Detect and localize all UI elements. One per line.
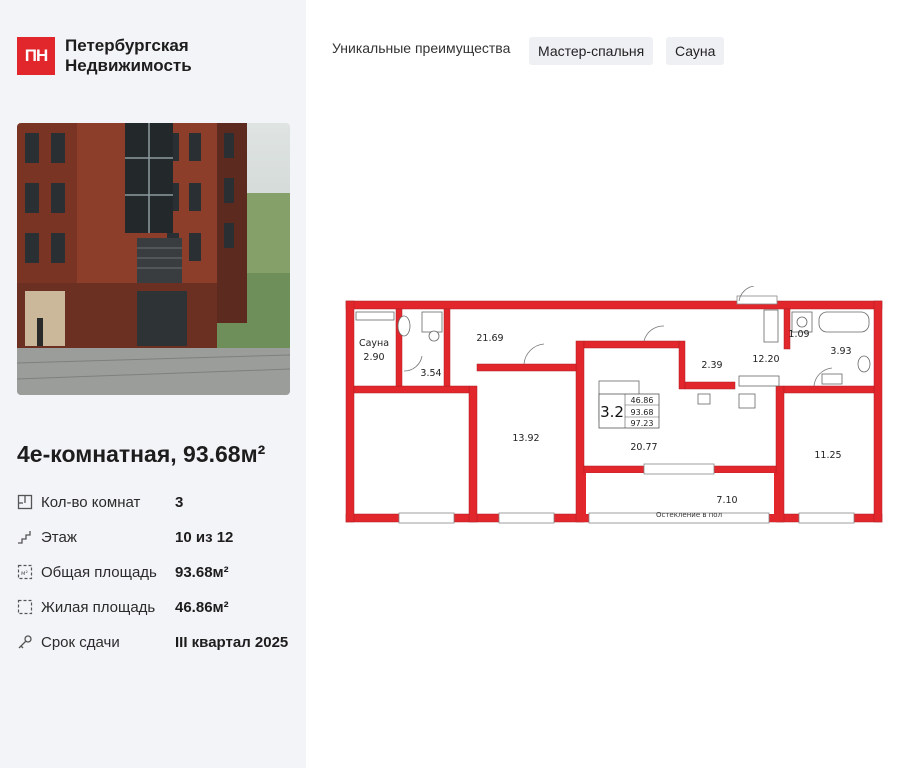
room-wc-area: 1.09 [788, 329, 809, 340]
plan-total-balcony: 97.23 [631, 419, 654, 428]
spec-value: 93.68м² [175, 563, 229, 581]
logo-mark: ПН [17, 37, 55, 75]
brand-logo[interactable]: ПН Петербургская Недвижимость [17, 36, 192, 76]
spec-label: Этаж [41, 528, 77, 546]
logo-line-2: Недвижимость [65, 56, 192, 75]
room-top-area: 21.69 [476, 333, 503, 344]
svg-text:м²: м² [21, 570, 29, 577]
chip-master-bedroom[interactable]: Мастер-спальня [529, 37, 654, 65]
room-left-area: 13.92 [512, 433, 539, 444]
room-sauna-label: Сауна [359, 338, 389, 349]
plan-icon [17, 494, 33, 510]
room-balcony-area: 7.10 [716, 495, 737, 506]
spec-rooms: Кол-во комнат 3 [17, 490, 297, 514]
room-bathroom-area: 3.93 [830, 346, 851, 357]
spec-floor: Этаж 10 из 12 [17, 525, 297, 549]
stairs-icon [17, 529, 33, 545]
room-right-area: 11.25 [814, 450, 841, 461]
room-bath-small-area: 3.54 [420, 368, 441, 379]
area-icon: м² [17, 564, 33, 580]
room-hall-area: 12.20 [752, 354, 779, 365]
spec-value: 10 из 12 [175, 528, 234, 546]
spec-label: Кол-во комнат [41, 493, 141, 511]
plan-total: 93.68 [631, 408, 654, 417]
spec-label: Жилая площадь [41, 598, 156, 616]
plan-code: 3.2 [600, 403, 624, 421]
plan-living: 46.86 [631, 396, 654, 405]
spec-value: 3 [175, 493, 184, 511]
glazing-note: Остекление в пол [656, 511, 722, 519]
spec-label: Срок сдачи [41, 633, 120, 651]
spec-label: Общая площадь [41, 563, 157, 581]
sidebar: ПН Петербургская Недвижимость 4е-комнатн… [0, 0, 306, 768]
building-photo [17, 123, 290, 395]
room-closet-area: 2.39 [701, 360, 722, 371]
key-icon [17, 634, 33, 650]
logo-line-1: Петербургская [65, 36, 189, 55]
spec-living-area: Жилая площадь 46.86м² [17, 595, 297, 619]
room-kitchen-area: 20.77 [630, 442, 657, 453]
spec-value: 46.86м² [175, 598, 229, 616]
spec-value: III квартал 2025 [175, 633, 289, 651]
spec-completion: Срок сдачи III квартал 2025 [17, 630, 297, 654]
living-area-icon [17, 599, 33, 615]
logo-text: Петербургская Недвижимость [65, 36, 192, 76]
room-sauna-area: 2.90 [363, 352, 384, 363]
chip-sauna[interactable]: Сауна [666, 37, 725, 65]
features-label: Уникальные преимущества [332, 40, 511, 56]
listing-title: 4е-комнатная, 93.68м² [17, 441, 266, 467]
floor-plan: Сауна 2.90 3.54 21.69 13.92 20.77 2.39 1… [344, 285, 884, 526]
plan-info-box: 3.2 46.86 93.68 97.23 [598, 393, 660, 429]
spec-total-area: м² Общая площадь 93.68м² [17, 560, 297, 584]
